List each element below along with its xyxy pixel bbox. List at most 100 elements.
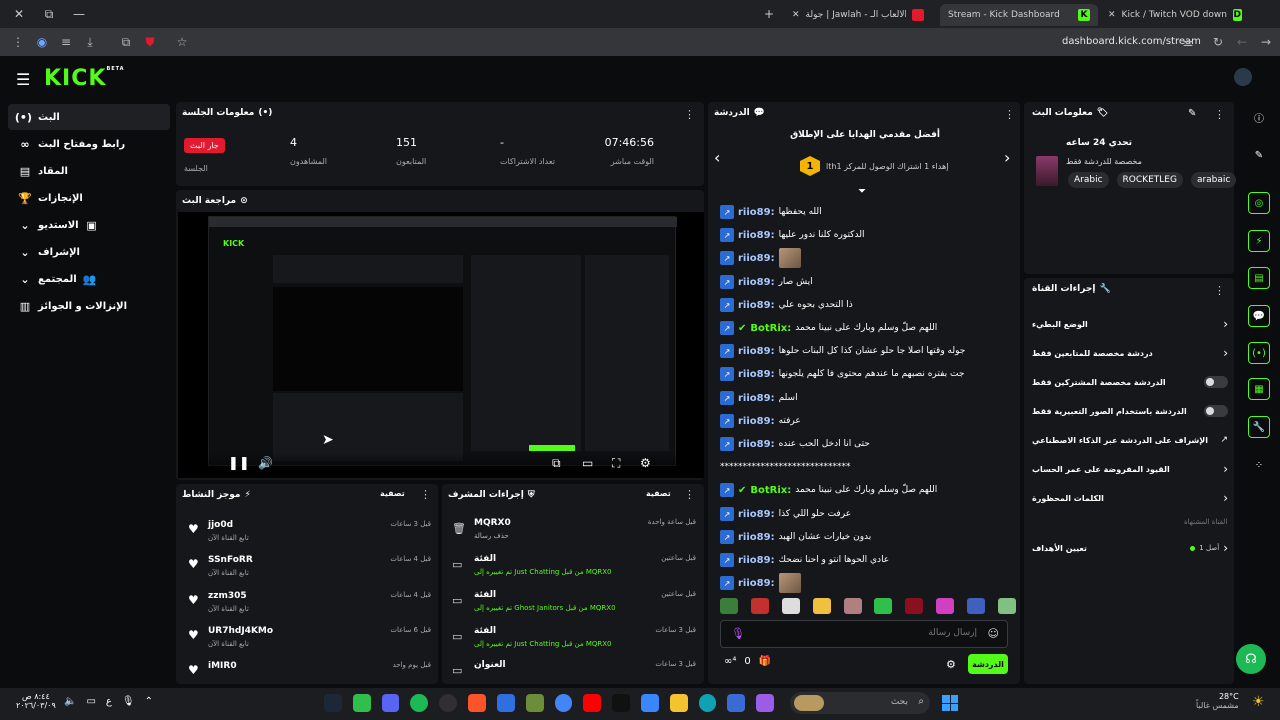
broadcast-icon[interactable]: (•) <box>1248 342 1270 364</box>
adblock-icon[interactable]: ⛊ <box>138 28 162 56</box>
volume-icon[interactable]: 🔊 <box>258 456 273 470</box>
focus-icon[interactable]: ◎ <box>1248 192 1270 214</box>
pip-icon[interactable]: ⧉ <box>552 456 561 471</box>
emote-icon[interactable] <box>936 598 955 614</box>
sidebar-item-drops[interactable]: الإنزالات و الجوائز ▥ <box>8 293 170 319</box>
chat-username[interactable]: riio89: <box>738 532 775 543</box>
hamburger-icon[interactable]: ☰ <box>16 70 30 89</box>
chat-settings-icon[interactable]: ⚙ <box>946 658 956 671</box>
app-mail-icon[interactable] <box>727 694 746 712</box>
tab-vod-downloader[interactable]: ✕ Kick / Twitch VOD downloader D <box>1100 4 1250 26</box>
chat-username[interactable]: riio89: <box>738 509 775 520</box>
edit-pencil-icon[interactable]: ✎ <box>1188 108 1196 119</box>
minimize-window-icon[interactable]: — <box>64 0 94 28</box>
chat-username[interactable]: riio89: <box>738 439 775 450</box>
theater-icon[interactable]: ▭ <box>582 456 593 470</box>
tag-chip[interactable]: arabaic <box>1190 172 1237 188</box>
wrench-icon[interactable]: 🔧 <box>1248 416 1270 438</box>
fullscreen-icon[interactable]: ⛶ <box>612 456 620 471</box>
ai-moderation-row[interactable]: الإشراف على الدردشة عبر الذكاء الاصطناعي… <box>1032 428 1228 452</box>
tune-icon[interactable]: ⚌ <box>1176 28 1200 56</box>
app-green-icon[interactable] <box>352 694 371 712</box>
tiktok-icon[interactable] <box>612 694 630 712</box>
sidebar-item-moderation[interactable]: الإشراف ⌄ <box>8 239 170 265</box>
emote-icon[interactable] <box>874 598 893 614</box>
account-age-row[interactable]: القيود المفروضة على عمر الحساب › <box>1032 457 1228 481</box>
layout-icon[interactable]: ▦ <box>1248 378 1270 400</box>
chevron-right-icon[interactable]: › <box>1004 148 1010 167</box>
mod-filter-button[interactable]: تصفية <box>646 489 671 498</box>
reload-icon[interactable]: ↻ <box>1206 28 1230 56</box>
copilot-icon[interactable] <box>756 694 774 712</box>
chat-username[interactable]: riio89: <box>738 207 775 218</box>
sidebar-item-studio[interactable]: ▣ الاستديو ⌄ <box>8 212 170 238</box>
emote-icon[interactable] <box>905 598 924 614</box>
spotify-icon[interactable] <box>410 694 429 712</box>
gift-icon[interactable]: 🎁 <box>759 656 771 667</box>
chrome-icon[interactable] <box>554 694 573 712</box>
chat-username[interactable]: BotRix: <box>750 323 791 334</box>
taskbar-search[interactable]: بحث ⌕ <box>790 692 930 714</box>
brave-icon[interactable] <box>468 694 486 712</box>
chat-username[interactable]: riio89: <box>738 346 775 357</box>
chat-username[interactable]: BotRix: <box>750 485 791 496</box>
chevron-up-icon[interactable]: ⌃ <box>145 696 153 707</box>
emoji-icon[interactable]: ☺ <box>988 627 999 640</box>
session-menu-icon[interactable]: ⋮ <box>684 108 695 121</box>
discord-icon[interactable] <box>381 694 400 712</box>
channel-actions-menu-icon[interactable]: ⋮ <box>1214 284 1225 297</box>
tab-jawlah[interactable]: ✕ جولة | Jawlah - منصة الألعاب الـ... <box>784 4 936 26</box>
lightning-icon[interactable]: ⚡ <box>1248 230 1270 252</box>
emote-icon[interactable] <box>720 598 738 614</box>
sidebar-item-achievements[interactable]: الإنجازات 🏆 <box>8 185 170 211</box>
mic-icon[interactable]: 🎙 <box>731 627 745 640</box>
chevron-left-icon[interactable]: ‹ <box>714 148 720 167</box>
close-window-icon[interactable]: ✕ <box>4 0 34 28</box>
edge-icon[interactable] <box>698 694 717 712</box>
followers-only-row[interactable]: دردشة مخصصة للمتابعين فقط › <box>1032 341 1228 365</box>
goals-row[interactable]: تعيين الأهداف أصل 1 › <box>1032 536 1228 560</box>
monitor-icon[interactable]: ▭ <box>86 696 95 707</box>
emote-icon[interactable] <box>843 598 862 614</box>
info-icon[interactable]: ⓘ <box>1248 106 1270 128</box>
taskbar-clock[interactable]: ٨:٤٤ ص ٢٠٢٦/٠٣/٠٩ <box>16 692 56 710</box>
extensions-puzzle-icon[interactable]: ⧉ <box>114 28 138 56</box>
restore-window-icon[interactable]: ⧉ <box>34 0 64 28</box>
stream-video[interactable]: KICK ➤ ❚❚ 🔊 ⧉ ▭ ⛶ ⚙ <box>178 212 704 478</box>
close-tab-icon[interactable]: ✕ <box>792 10 800 20</box>
chat-image[interactable] <box>778 248 801 268</box>
subscribers-only-toggle[interactable] <box>1204 376 1228 388</box>
chat-username[interactable]: riio89: <box>738 300 775 311</box>
stream-info-menu-icon[interactable]: ⋮ <box>1214 108 1225 121</box>
chat-username[interactable]: riio89: <box>738 277 775 288</box>
emote-icon[interactable] <box>967 598 985 614</box>
chat-username[interactable]: riio89: <box>738 253 775 264</box>
document-icon[interactable]: ▤ <box>1248 267 1270 289</box>
chat-username[interactable]: riio89: <box>738 416 775 427</box>
chat-image[interactable] <box>778 573 801 593</box>
tag-chip[interactable]: Arabic <box>1068 172 1109 188</box>
chat-icon[interactable]: 💬 <box>1248 305 1270 327</box>
mic-icon[interactable]: 🎙 <box>122 696 135 707</box>
chat-username[interactable]: riio89: <box>738 230 775 241</box>
store-icon[interactable] <box>640 694 659 712</box>
new-tab-icon[interactable]: + <box>754 0 784 28</box>
extension-icon[interactable]: ◉ <box>30 28 54 56</box>
emote-icon[interactable] <box>750 598 769 614</box>
banned-words-row[interactable]: الكلمات المحظورة › <box>1032 486 1228 510</box>
chat-username[interactable]: riio89: <box>738 555 775 566</box>
emote-icon[interactable] <box>812 598 831 614</box>
back-icon[interactable]: → <box>1254 28 1278 56</box>
app-blue-icon[interactable] <box>496 694 515 712</box>
send-chat-button[interactable]: الدردشة <box>968 654 1008 674</box>
emote-icon[interactable] <box>997 598 1016 614</box>
weather-widget[interactable]: 28°C مشمس غالباً <box>1196 692 1239 710</box>
bookmark-star-icon[interactable]: ☆ <box>170 28 194 56</box>
download-icon[interactable]: ⤓ <box>78 28 102 56</box>
pin-icon[interactable]: ⏷ <box>858 186 866 197</box>
activity-menu-icon[interactable]: ⋮ <box>420 488 431 501</box>
apps-icon[interactable]: ⁘ <box>1248 454 1270 476</box>
youtube-icon[interactable] <box>583 694 602 712</box>
chat-input[interactable]: 🎙 إرسال رسالة ☺ <box>720 620 1008 648</box>
points-icon[interactable]: ∞⁴ <box>724 656 736 667</box>
